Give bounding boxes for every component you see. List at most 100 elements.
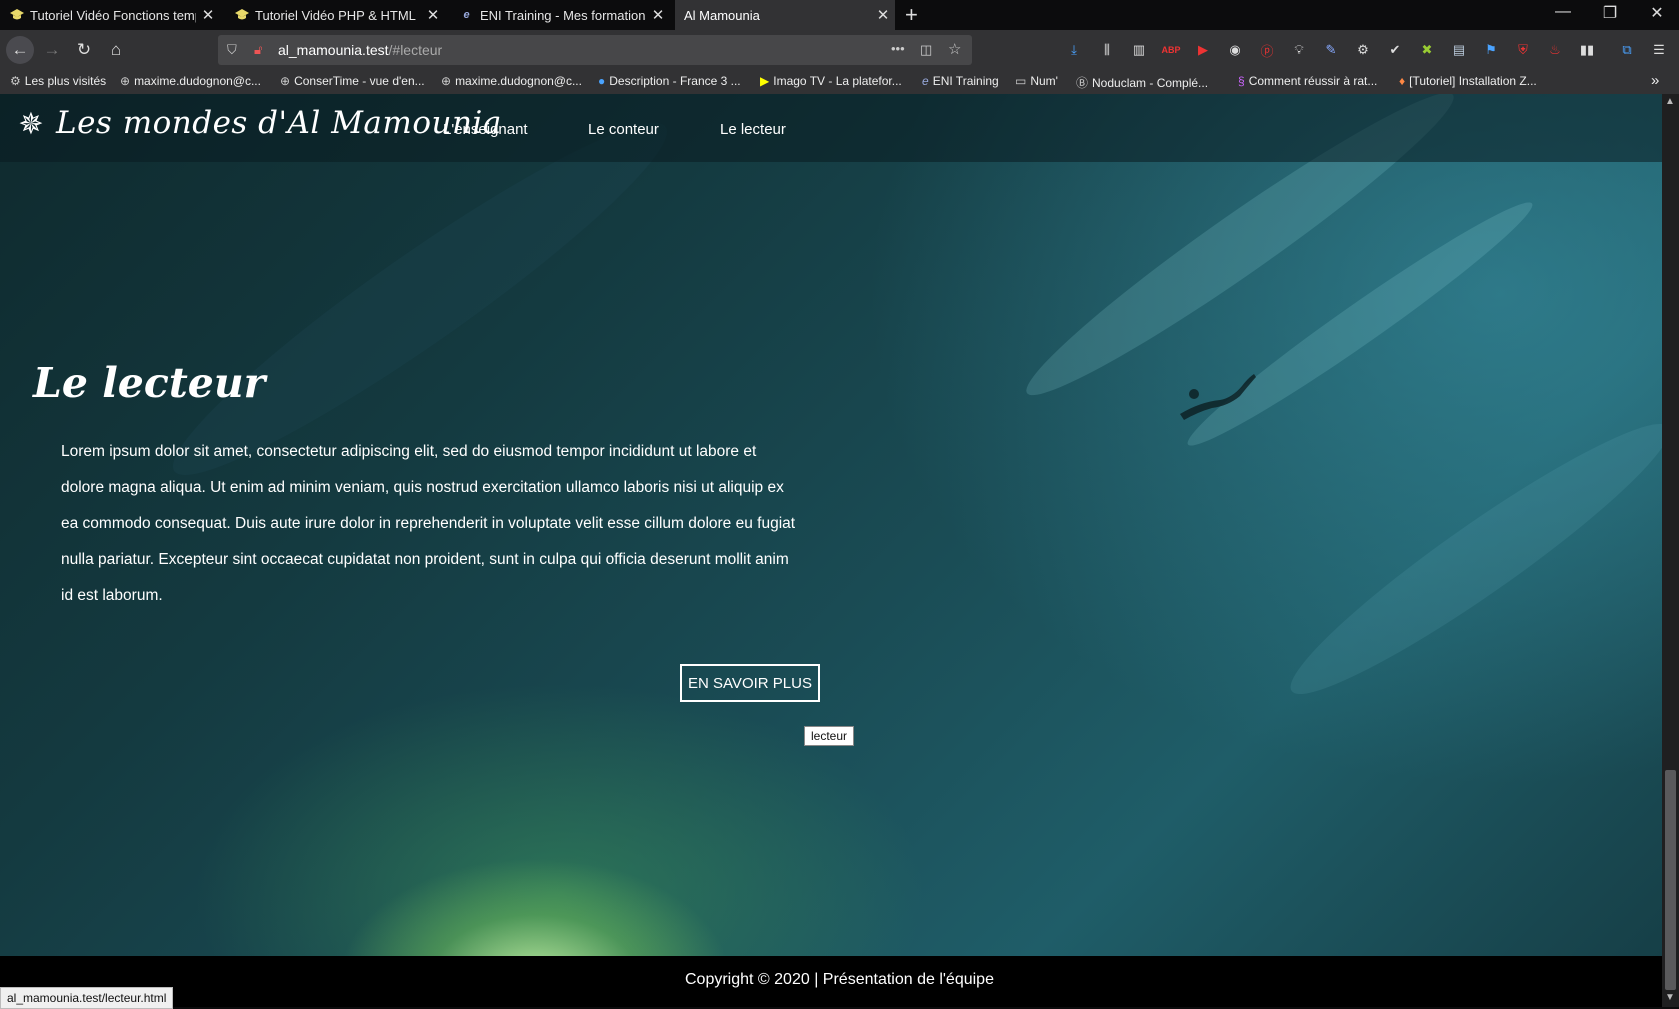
- tab-strip: Tutoriel Vidéo Fonctions temporelles ✕ T…: [0, 0, 1679, 30]
- pocket-icon[interactable]: ◫: [920, 42, 932, 58]
- tab-title: Tutoriel Vidéo PHP & HTML: [255, 7, 416, 23]
- scroll-down-icon[interactable]: ▼: [1665, 992, 1675, 1003]
- tab-title: ENI Training - Mes formations: [480, 7, 646, 23]
- back-button[interactable]: ←: [6, 36, 34, 64]
- background-streak: [1271, 398, 1662, 720]
- grad-cap-icon: [234, 8, 249, 23]
- section-text: Lorem ipsum dolor sit amet, consectetur …: [61, 443, 796, 604]
- bookmark-label: Comment réussir à rat...: [1248, 74, 1378, 88]
- card-icon[interactable]: ▤: [1449, 40, 1469, 60]
- bookmark-item[interactable]: ▶ Imago TV - La platefor...: [760, 74, 902, 88]
- bookmark-folder[interactable]: ▭ Num': [1015, 74, 1058, 88]
- menu-icon[interactable]: ☰: [1649, 40, 1669, 60]
- eni-icon: e: [922, 74, 929, 88]
- bookmark-label: Les plus visités: [24, 74, 107, 88]
- tab-fonctions-temporelles[interactable]: Tutoriel Vidéo Fonctions temporelles ✕: [0, 0, 220, 30]
- bookmark-label: maxime.dudognon@c...: [455, 74, 582, 88]
- bookmarks-overflow-icon[interactable]: »: [1651, 72, 1659, 89]
- new-tab-button[interactable]: +: [905, 2, 918, 28]
- navigation-toolbar: ← → ↻ ⌂ ⛉ 🔓︎ al_mamounia.test/#lecteur •…: [0, 30, 1679, 70]
- url-path: /#lecteur: [388, 42, 443, 58]
- shield-red-icon[interactable]: ⛨: [1513, 40, 1533, 60]
- barcode-icon[interactable]: ▮▮: [1577, 40, 1597, 60]
- bookmark-item[interactable]: ♦ [Tutoriel] Installation Z...: [1399, 74, 1537, 88]
- bookmark-label: ENI Training: [932, 74, 999, 88]
- close-tab-icon[interactable]: ✕: [196, 6, 220, 24]
- url-text[interactable]: al_mamounia.test/#lecteur: [278, 42, 442, 58]
- tab-al-mamounia[interactable]: Al Mamounia ✕: [675, 0, 895, 30]
- france3-icon: ●: [598, 74, 606, 88]
- pen-icon[interactable]: ✎: [1321, 40, 1341, 60]
- bookmark-item[interactable]: § Comment réussir à rat...: [1238, 74, 1377, 88]
- site-header: ✵ Les mondes d'Al Mamounia L'enseignant …: [0, 94, 1662, 162]
- lightbulb-icon[interactable]: 💡︎: [1289, 40, 1309, 60]
- bookmark-star-icon[interactable]: ☆: [948, 40, 961, 58]
- folder-icon: ▭: [1015, 74, 1027, 88]
- bookmark-item[interactable]: ⊕ maxime.dudognon@c...: [441, 74, 582, 88]
- bookmark-item[interactable]: ⊕ ConserTime - vue d'en...: [280, 74, 425, 88]
- close-tab-icon[interactable]: ✕: [871, 6, 895, 24]
- scrollbar-thumb[interactable]: [1665, 770, 1676, 990]
- library-icon[interactable]: ⫼: [1097, 40, 1117, 60]
- bookmark-item[interactable]: ● Description - France 3 ...: [598, 74, 741, 88]
- tooltip: lecteur: [804, 726, 855, 746]
- diver-figure: [1180, 374, 1256, 420]
- tab-title: Al Mamounia: [684, 7, 760, 23]
- globe-icon: ⊕: [441, 74, 452, 88]
- bookmark-item[interactable]: Ⓑ Noduclam - Complé...: [1076, 74, 1208, 91]
- bookmark-label: maxime.dudognon@c...: [134, 74, 261, 88]
- fire-icon[interactable]: ♨: [1545, 40, 1565, 60]
- page-scrollbar[interactable]: ▲ ▼: [1662, 94, 1679, 1007]
- extensions-icon[interactable]: ⧉: [1617, 40, 1637, 60]
- bookmark-label: Num': [1030, 74, 1058, 88]
- adblock-icon[interactable]: ABP: [1161, 40, 1181, 60]
- pinterest-icon[interactable]: ⓟ: [1257, 40, 1277, 60]
- scroll-up-icon[interactable]: ▲: [1665, 96, 1675, 107]
- bookmark-item[interactable]: ⊕ maxime.dudognon@c...: [120, 74, 261, 88]
- bookmark-label: Noduclam - Complé...: [1092, 75, 1209, 90]
- downloads-icon[interactable]: ⤓: [1064, 40, 1084, 60]
- site-footer: Copyright © 2020 | Présentation de l'équ…: [0, 956, 1662, 1007]
- site-title[interactable]: Les mondes d'Al Mamounia: [56, 105, 502, 141]
- learn-more-button[interactable]: EN SAVOIR PLUS: [680, 664, 820, 702]
- nav-link-lecteur[interactable]: Le lecteur: [720, 121, 786, 138]
- nav-link-enseignant[interactable]: L'enseignant: [443, 121, 528, 138]
- home-button[interactable]: ⌂: [104, 38, 128, 62]
- video-extension-icon[interactable]: ▶: [1193, 40, 1213, 60]
- gear-icon[interactable]: ⚙: [1353, 40, 1373, 60]
- imago-icon: ▶: [760, 74, 770, 88]
- bookmark-label: ConserTime - vue d'en...: [294, 74, 425, 88]
- window-close-icon[interactable]: ✕: [1647, 3, 1667, 23]
- page-viewport: ✵ Les mondes d'Al Mamounia L'enseignant …: [0, 94, 1662, 956]
- tab-title: Tutoriel Vidéo Fonctions temporelles: [30, 7, 196, 23]
- globe-icon: ⊕: [120, 74, 131, 88]
- check-icon[interactable]: ✔: [1385, 40, 1405, 60]
- bookmark-item[interactable]: e ENI Training: [922, 74, 999, 88]
- shield-icon[interactable]: ⛉: [227, 42, 237, 58]
- globe-icon: ⊕: [280, 74, 291, 88]
- tab-php-html[interactable]: Tutoriel Vidéo PHP & HTML ✕: [225, 0, 445, 30]
- forward-button[interactable]: →: [40, 38, 64, 62]
- reload-button[interactable]: ↻: [72, 38, 96, 62]
- tab-eni-training[interactable]: e ENI Training - Mes formations ✕: [450, 0, 670, 30]
- restore-icon[interactable]: ❐: [1600, 3, 1620, 23]
- section-heading: Le lecteur: [33, 359, 266, 407]
- notification-icon[interactable]: ⚑: [1481, 40, 1501, 60]
- bookmark-label: [Tutoriel] Installation Z...: [1409, 74, 1537, 88]
- url-host: al_mamounia.test: [278, 42, 389, 58]
- url-bar[interactable]: ⛉ 🔓︎ al_mamounia.test/#lecteur ••• ◫ ☆: [218, 35, 972, 65]
- nav-link-conteur[interactable]: Le conteur: [588, 121, 659, 138]
- tools-icon[interactable]: ✖: [1417, 40, 1437, 60]
- gear-icon: ⚙: [10, 74, 21, 88]
- page-actions-icon[interactable]: •••: [891, 41, 905, 56]
- sidebar-icon[interactable]: ▥: [1129, 40, 1149, 60]
- compass-rose-icon[interactable]: ✵: [14, 108, 48, 142]
- bookmark-item[interactable]: ⚙ Les plus visités: [10, 74, 106, 88]
- minimize-icon[interactable]: —: [1553, 3, 1573, 21]
- insecure-lock-icon[interactable]: 🔓︎: [254, 42, 262, 58]
- close-tab-icon[interactable]: ✕: [421, 6, 445, 24]
- fox-icon: ♦: [1399, 74, 1406, 88]
- close-tab-icon[interactable]: ✕: [646, 6, 670, 24]
- ghostery-icon[interactable]: ◉: [1225, 40, 1245, 60]
- grad-cap-icon: [9, 8, 24, 23]
